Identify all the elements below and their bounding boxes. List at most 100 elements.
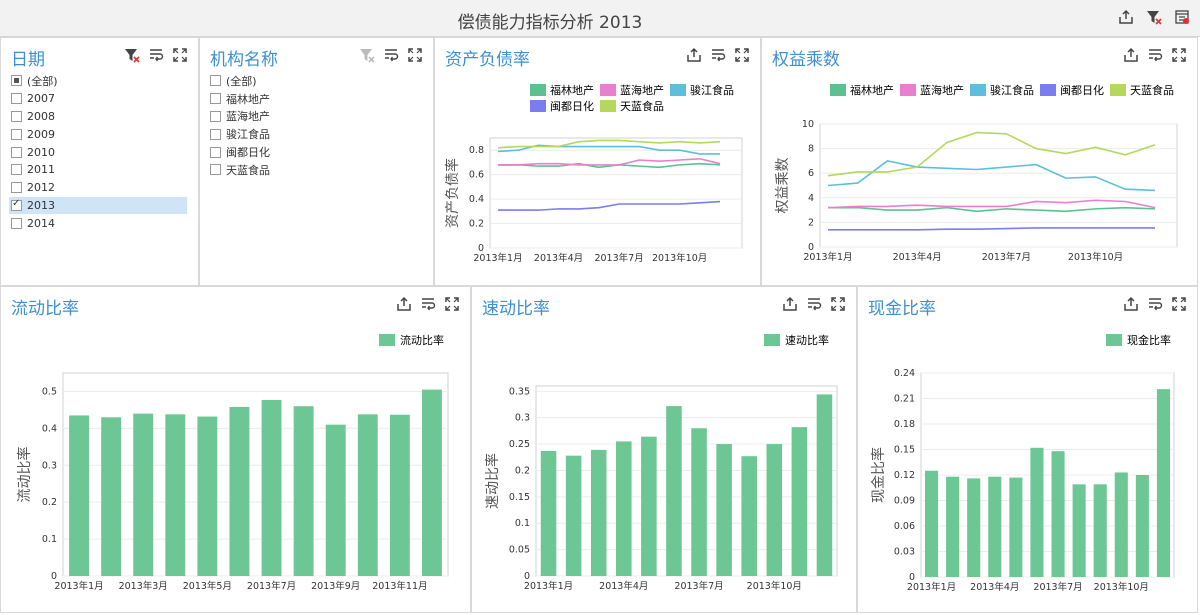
filter-item[interactable]: 天蓝食品 <box>210 161 270 179</box>
checkbox[interactable] <box>210 128 221 140</box>
filter-item[interactable]: (全部) <box>11 72 58 90</box>
series-line <box>827 199 1156 209</box>
checkbox[interactable] <box>210 164 221 176</box>
filter-item[interactable]: 2011 <box>11 161 58 179</box>
y-tick-label: 0.1 <box>515 518 530 529</box>
equity-multiplier-panel: 权益乘数 0 2 4 6 8 10 2013年1月 2013年4月 2013年7月 2013年10… <box>761 37 1198 286</box>
y-tick-label: 0.09 <box>894 496 915 507</box>
bar <box>766 444 783 576</box>
y-tick-label: 0.1 <box>42 534 57 545</box>
filter-item[interactable]: 2014 <box>11 214 58 232</box>
legend-label: 天蓝食品 <box>1130 83 1174 97</box>
legend-label: 骏江食品 <box>990 83 1034 97</box>
maximize-icon[interactable] <box>172 47 188 63</box>
checkbox[interactable]: ✓ <box>11 198 22 211</box>
clear-filter-icon[interactable] <box>359 47 375 63</box>
current-ratio-chart: 00.10.20.30.40.52013年1月 2013年3月 2013年5月 201… <box>16 333 449 592</box>
filter-item[interactable]: 2010 <box>11 143 58 161</box>
filter-item[interactable]: 2008 <box>11 108 58 126</box>
dashboard-header: 偿债能力指标分析 2013 <box>0 0 1200 37</box>
filter-item-label: 福林地产 <box>226 92 270 106</box>
equity-multiplier-chart: 02468102013年1月 2013年4月 2013年7月 2013年10月权益乘数… <box>775 83 1178 263</box>
checkbox[interactable] <box>11 75 22 87</box>
x-tick-label: 2013年5月 <box>183 580 232 592</box>
legend-swatch <box>600 100 616 112</box>
checkbox[interactable] <box>210 146 221 158</box>
legend-swatch <box>764 334 780 346</box>
checkbox[interactable] <box>11 110 22 122</box>
date-list: (全部) 2007 2008 2009 2010 2011 2012 ✓ 2013 2014 <box>9 72 187 232</box>
wrap-icon[interactable] <box>383 47 399 63</box>
checkbox[interactable] <box>210 75 221 87</box>
y-tick-label: 0.12 <box>894 470 915 481</box>
series-line <box>498 200 721 211</box>
filter-item[interactable]: 福林地产 <box>210 90 270 108</box>
legend-label: 骏江食品 <box>690 83 734 97</box>
filter-item[interactable]: 闽都日化 <box>210 143 270 161</box>
legend-swatch <box>830 84 846 96</box>
bar <box>967 478 981 577</box>
clear-filter-icon[interactable] <box>124 47 140 63</box>
export-icon[interactable] <box>1118 9 1134 25</box>
maximize-icon[interactable] <box>407 47 423 63</box>
filter-item-label: 骏江食品 <box>226 128 270 142</box>
x-tick-label: 2013年3月 <box>119 580 168 592</box>
x-tick-label: 2013年7月 <box>594 252 643 264</box>
bar <box>816 394 833 576</box>
checkbox[interactable] <box>11 217 22 229</box>
date-filter-panel: 日期 (全部) 2007 2008 2009 2010 2011 2012 ✓ 2013 2014 <box>0 37 199 286</box>
y-tick-label: 0.4 <box>42 423 57 434</box>
checkbox[interactable] <box>11 182 22 194</box>
y-tick-label: 0.3 <box>42 460 57 471</box>
clear-filter-icon[interactable] <box>1146 9 1162 25</box>
legend-swatch <box>970 84 986 96</box>
filter-item-label: 2014 <box>27 216 55 230</box>
series-line <box>828 206 1156 213</box>
parameters-icon[interactable] <box>1174 9 1190 25</box>
org-filter-panel: 机构名称 (全部) 福林地产蓝海地产骏江食品 闽都日化 天蓝食品 <box>199 37 434 286</box>
legend-swatch <box>1110 84 1126 96</box>
bar <box>101 417 122 576</box>
y-axis-label: 流动比率 <box>16 447 33 503</box>
checkbox[interactable] <box>11 164 22 176</box>
legend-swatch <box>530 100 546 112</box>
checkbox[interactable] <box>11 93 22 105</box>
filter-item[interactable]: 2009 <box>11 125 58 143</box>
filter-item[interactable]: 2007 <box>11 90 58 108</box>
bar <box>925 470 939 577</box>
y-axis-label: 资产负债率 <box>444 158 461 228</box>
x-tick-label: 2013年7月 <box>247 580 296 592</box>
bar <box>133 413 154 576</box>
y-tick-label: 0.15 <box>894 445 915 456</box>
filter-item-label: 2007 <box>27 92 55 106</box>
wrap-icon[interactable] <box>148 47 164 63</box>
x-tick-label: 2013年10月 <box>1094 581 1149 593</box>
legend-label: 福林地产 <box>550 83 594 97</box>
filter-item[interactable]: (全部) <box>210 72 270 90</box>
filter-item-label: (全部) <box>27 74 58 88</box>
bar <box>1156 389 1170 577</box>
bar <box>641 436 657 576</box>
panel-title: 日期 <box>11 50 45 70</box>
legend-label: 天蓝食品 <box>620 99 664 113</box>
checkbox[interactable] <box>11 146 22 158</box>
checkbox[interactable] <box>11 128 22 140</box>
bar <box>565 455 582 576</box>
bar <box>293 406 314 576</box>
panel-title: 机构名称 <box>210 50 278 70</box>
filter-item-label: 2012 <box>27 181 55 195</box>
filter-item[interactable]: 骏江食品 <box>210 125 270 143</box>
checkbox[interactable] <box>210 110 221 122</box>
bar <box>422 389 442 576</box>
filter-item[interactable]: 2012 <box>11 179 58 197</box>
x-tick-label: 2013年1月 <box>54 580 103 592</box>
bar <box>261 399 282 576</box>
y-tick-label: 0.6 <box>469 170 484 181</box>
quick-ratio-panel: 速动比率 0 0.05 0.1 0.15 0.2 0.25 0.3 0.35 2013年1月 20… <box>471 286 857 613</box>
bar <box>197 416 218 576</box>
filter-item[interactable]: ✓ 2013 <box>9 196 187 215</box>
x-tick-label: 2013年9月 <box>311 580 360 592</box>
filter-item[interactable]: 蓝海地产 <box>210 108 270 126</box>
filter-item-label: 2010 <box>27 145 55 159</box>
checkbox[interactable] <box>210 93 221 105</box>
